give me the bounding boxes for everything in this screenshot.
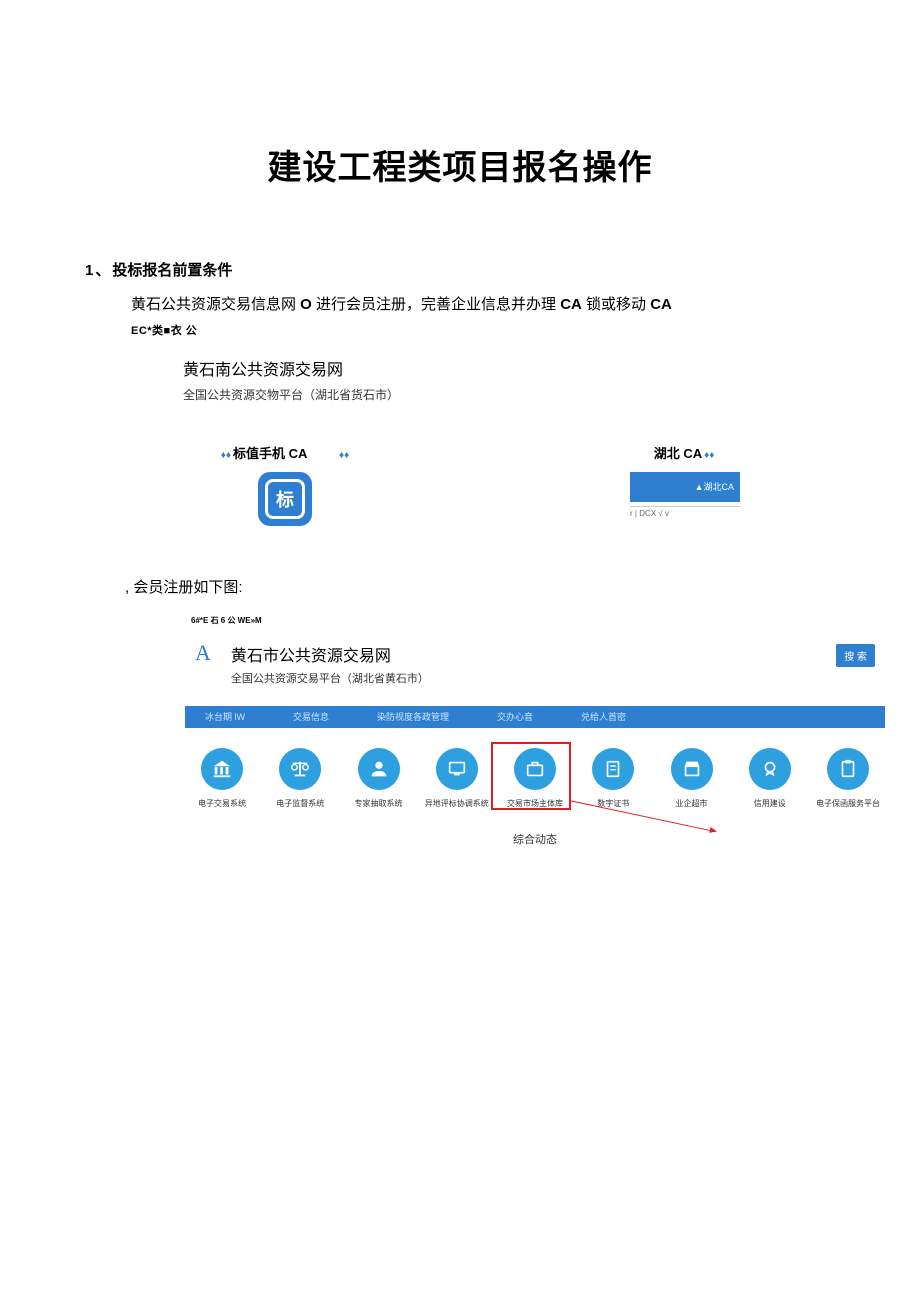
icon-label: 业企超市 xyxy=(657,798,727,809)
garbled-text: EC*类■衣 公 xyxy=(131,322,835,338)
text: 锁或移动 xyxy=(582,296,650,313)
shop-icon xyxy=(681,758,703,780)
circle-icon xyxy=(514,748,556,790)
circle-icon xyxy=(671,748,713,790)
site-header-left: A 黄石市公共资源交易网 全国公共资源交易平台（湖北省黄石市） xyxy=(195,642,429,686)
badge-icon xyxy=(759,758,781,780)
circle-icon xyxy=(279,748,321,790)
ca-mobile-label: ♦♦标值手机 CA ♦♦ xyxy=(195,443,375,462)
text: 湖北 xyxy=(654,446,684,461)
text: 进行会员注册，完善企业信息并办理 xyxy=(312,296,560,313)
icon-supervise[interactable]: 电子监督系统 xyxy=(265,748,335,809)
monitor-icon xyxy=(446,758,468,780)
hubei-ca-badge: ▲湖北CA xyxy=(630,472,740,502)
diamond-icon: ♦♦ xyxy=(221,450,231,461)
circle-icon xyxy=(827,748,869,790)
site-title: 黄石市公共资源交易网 xyxy=(231,642,429,666)
icon-cert[interactable]: 数字证书 xyxy=(578,748,648,809)
nav-item[interactable]: 兑给人首密 xyxy=(581,710,626,723)
icon-enterprise[interactable]: 业企超市 xyxy=(657,748,727,809)
ca-mobile-column: ♦♦标值手机 CA ♦♦ 标 xyxy=(195,443,375,526)
nav-item[interactable]: 冰台期 lW xyxy=(205,710,245,723)
icon-label: 专家抽取系统 xyxy=(344,798,414,809)
scale-icon xyxy=(289,758,311,780)
person-icon xyxy=(368,758,390,780)
briefcase-icon xyxy=(524,758,546,780)
diamond-icon: ♦♦ xyxy=(704,450,714,461)
shield-icon: 标 xyxy=(265,479,305,519)
icon-label: 电子交易系统 xyxy=(187,798,257,809)
site-subtitle: 全国公共资源交物平台（湖北省货石市） xyxy=(183,386,835,403)
text-bold: CA xyxy=(683,446,702,461)
paragraph-intro: 黄石公共资源交易信息网 O 进行会员注册，完善企业信息并办理 CA 锁或移动 C… xyxy=(131,292,835,318)
document-title: 建设工程类项目报名操作 xyxy=(85,140,835,189)
icon-label: 电子监督系统 xyxy=(265,798,335,809)
circle-icon xyxy=(201,748,243,790)
section-number: 1 xyxy=(85,262,93,279)
icon-remote[interactable]: 异地评标协调系统 xyxy=(422,748,492,809)
icon-guarantee[interactable]: 电子保函服务平台 xyxy=(813,748,883,809)
bank-icon xyxy=(211,758,233,780)
circle-icon xyxy=(358,748,400,790)
icon-grid: 电子交易系统 电子监督系统 专家抽取系统 异地评标协调系统 交易市场主体库 数字… xyxy=(185,748,885,809)
text-bold: O xyxy=(300,296,312,313)
search-button[interactable]: 搜 索 xyxy=(836,644,875,667)
site-header: A 黄石市公共资源交易网 全国公共资源交易平台（湖北省黄石市） 搜 索 xyxy=(185,642,885,686)
browser-bar-garble: 6#*E 石 6 公 WE»M xyxy=(191,615,885,626)
nav-item[interactable]: 染防视度各政管理 xyxy=(377,710,449,723)
icon-label: 电子保函服务平台 xyxy=(813,798,883,809)
icon-glyph: 标 xyxy=(276,486,294,512)
section-heading-text: 投标报名前置条件 xyxy=(112,262,232,279)
site-header-block: 黄石南公共资源交易网 全国公共资源交物平台（湖北省货石市） xyxy=(183,356,835,403)
text-bold: CA xyxy=(289,446,308,461)
circle-icon xyxy=(749,748,791,790)
text: 黄石公共资源交易信息网 xyxy=(131,296,300,313)
registration-screenshot: 6#*E 石 6 公 WE»M A 黄石市公共资源交易网 全国公共资源交易平台（… xyxy=(185,615,885,847)
site-title: 黄石南公共资源交易网 xyxy=(183,356,835,380)
icon-etrade[interactable]: 电子交易系统 xyxy=(187,748,257,809)
icon-label: 交易市场主体库 xyxy=(500,798,570,809)
icon-credit[interactable]: 信用建设 xyxy=(735,748,805,809)
ca-options-row: ♦♦标值手机 CA ♦♦ 标 湖北 CA♦♦ ▲湖北CA r | DCX √ v xyxy=(85,443,835,526)
clipboard-icon xyxy=(837,758,859,780)
mobile-ca-app-icon: 标 xyxy=(258,472,312,526)
ca-hubei-column: 湖北 CA♦♦ ▲湖北CA r | DCX √ v xyxy=(595,443,775,526)
site-logo: A xyxy=(195,642,211,664)
badge-text: ▲湖北CA xyxy=(695,480,734,493)
circle-icon xyxy=(592,748,634,790)
icon-label: 信用建设 xyxy=(735,798,805,809)
icon-expert[interactable]: 专家抽取系统 xyxy=(344,748,414,809)
section-label: 综合动态 xyxy=(185,831,885,847)
site-titles: 黄石市公共资源交易网 全国公共资源交易平台（湖北省黄石市） xyxy=(231,642,429,686)
nav-bar: 冰台期 lW 交易信息 染防视度各政管理 交办心音 兑给人首密 xyxy=(185,706,885,728)
icon-label: 异地评标协调系统 xyxy=(422,798,492,809)
hubei-ca-subbar: r | DCX √ v xyxy=(630,506,740,518)
site-subtitle: 全国公共资源交易平台（湖北省黄石市） xyxy=(231,670,429,686)
nav-item[interactable]: 交易信息 xyxy=(293,710,329,723)
circle-icon xyxy=(436,748,478,790)
icon-label: 数字证书 xyxy=(578,798,648,809)
icon-market-subject[interactable]: 交易市场主体库 xyxy=(500,748,570,809)
document-icon xyxy=(602,758,624,780)
instruction-text: , 会员注册如下图: xyxy=(125,576,835,597)
text: 标值手机 xyxy=(233,446,289,461)
text-bold: CA xyxy=(650,296,672,313)
nav-item[interactable]: 交办心音 xyxy=(497,710,533,723)
ca-hubei-label: 湖北 CA♦♦ xyxy=(595,443,775,462)
diamond-icon: ♦♦ xyxy=(339,450,349,461)
section-sep: 、 xyxy=(95,262,110,279)
section-heading: 1、投标报名前置条件 xyxy=(85,259,835,280)
text-bold: CA xyxy=(560,296,582,313)
